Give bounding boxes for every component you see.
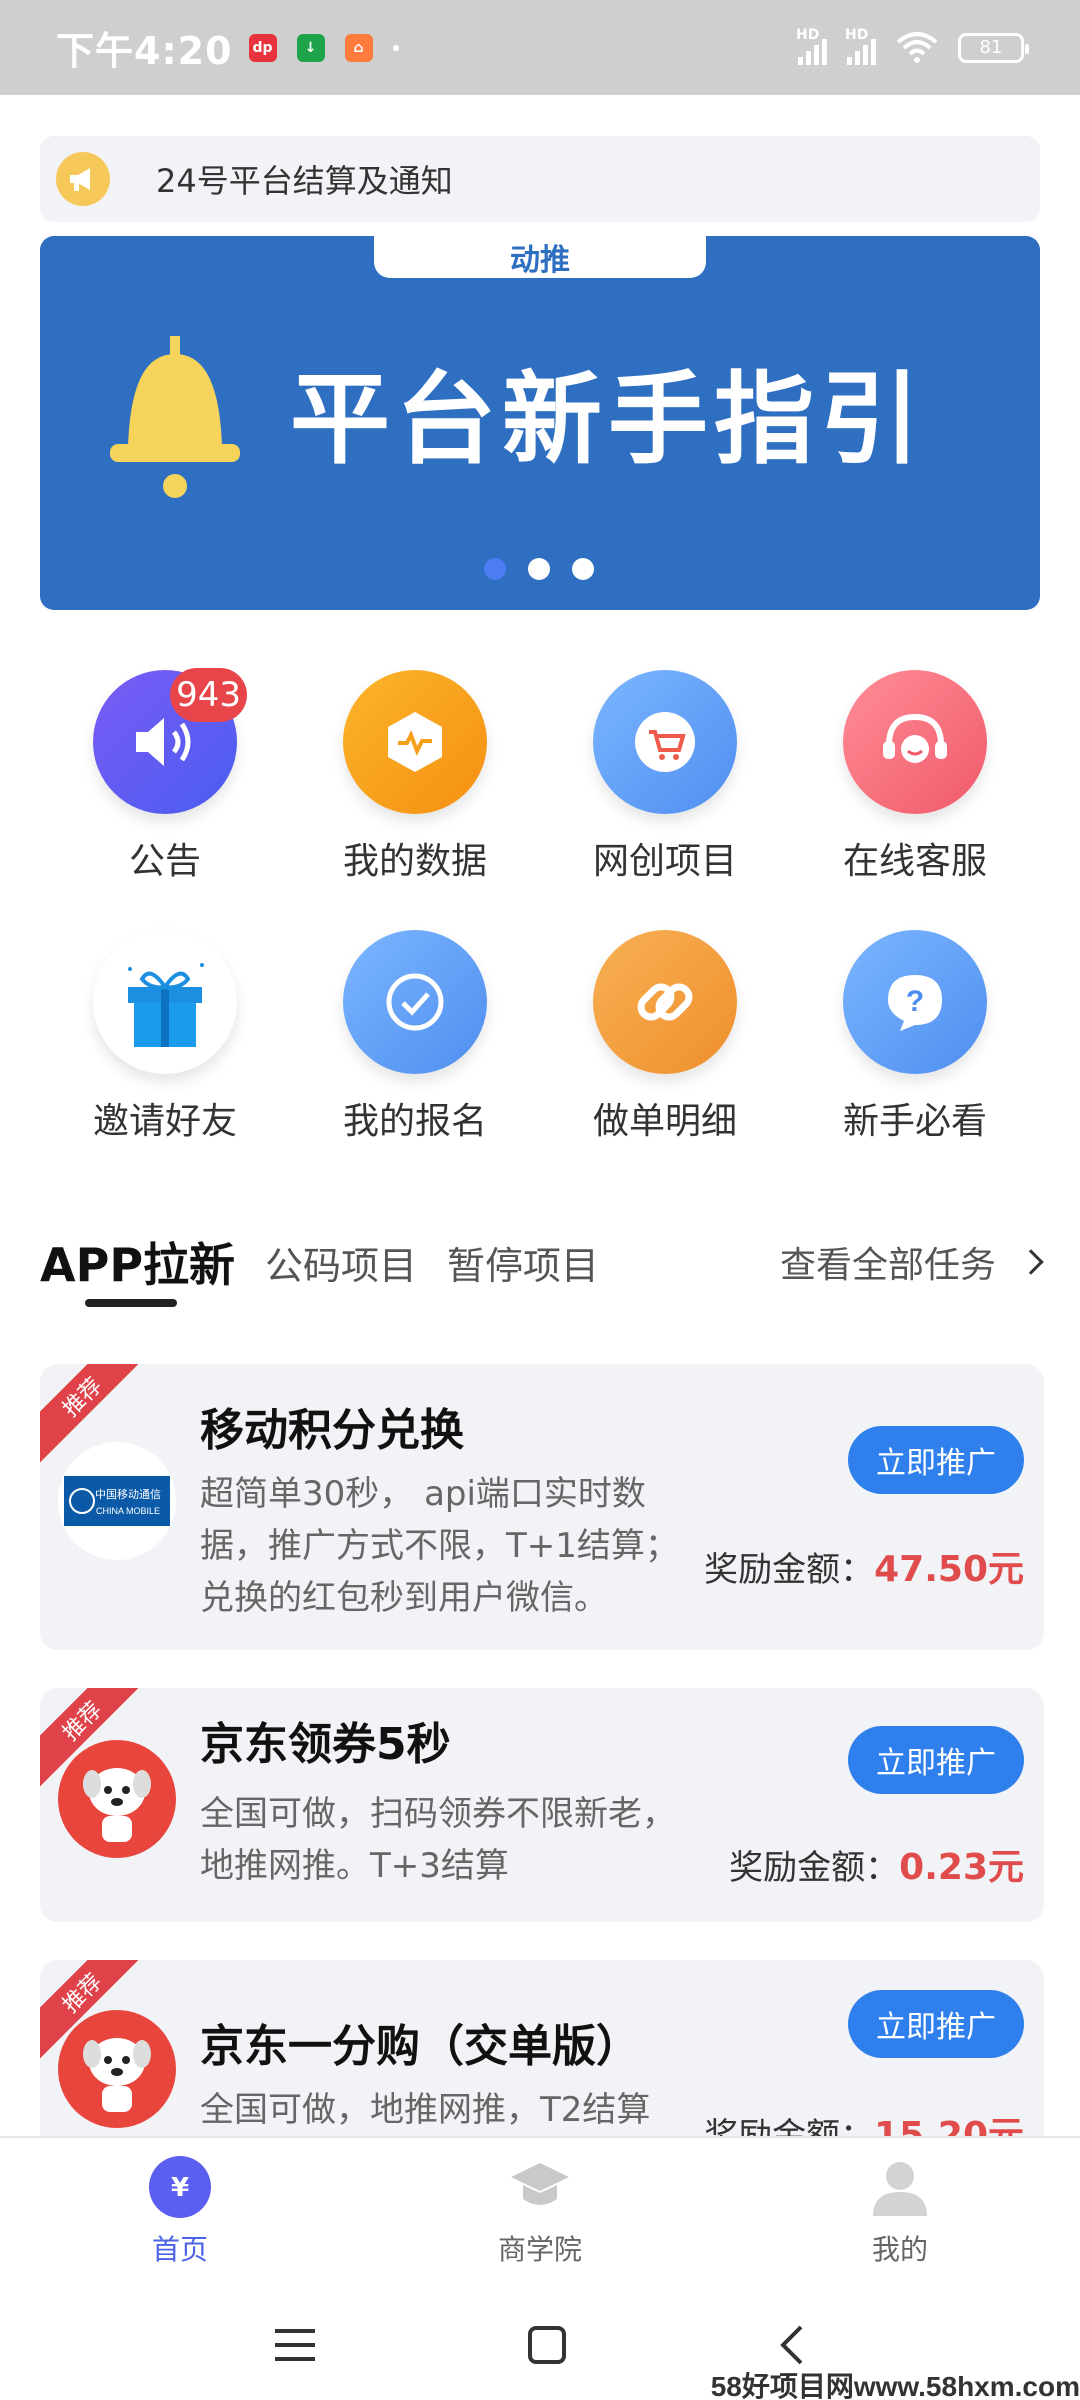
grid-item-beginner-guide[interactable]: ? 新手必看 <box>790 930 1040 1144</box>
banner-title: 平台新手指引 <box>290 361 926 478</box>
task-title: 京东一分购（交单版） <box>200 2021 640 2072</box>
grid-label: 网创项目 <box>592 841 737 882</box>
grid-item-order-details[interactable]: 做单明细 <box>540 930 790 1144</box>
bottom-navigation: ¥ 首页 商学院 我的 <box>0 2136 1080 2286</box>
banner-carousel[interactable]: 动推 平台新手指引 <box>40 236 1040 610</box>
task-tabs: APP拉新 公码项目 暂停项目 查看全部任务 <box>40 1222 1044 1307</box>
grid-item-my-signups[interactable]: 我的报名 <box>290 930 540 1144</box>
check-icon <box>343 930 487 1074</box>
notice-text: 24号平台结算及通知 <box>156 162 453 200</box>
more-notifications-dot <box>392 44 399 51</box>
app-notification-icon: dp <box>248 33 277 62</box>
grid-label: 我的数据 <box>342 841 487 882</box>
nav-label: 我的 <box>871 2233 928 2266</box>
tab-paused[interactable]: 暂停项目 <box>447 1235 599 1290</box>
nav-profile[interactable]: 我的 <box>800 2138 1000 2286</box>
menu-icon[interactable] <box>273 2325 317 2365</box>
grid-label: 在线客服 <box>842 841 987 882</box>
task-card[interactable]: 推荐 京东一分购（交单版） 全国可做，地推网推，T2结算 立即推广 奖励金额：1… <box>40 1960 1044 2136</box>
grid-item-customer-service[interactable]: 在线客服 <box>790 670 1040 884</box>
tab-public-code[interactable]: 公码项目 <box>265 1235 417 1290</box>
grid-item-my-data[interactable]: 我的数据 <box>290 670 540 884</box>
reward: 奖励金额：15.20元 <box>704 2106 1024 2136</box>
battery-icon: 81 <box>958 32 1029 63</box>
nav-label: 首页 <box>151 2233 208 2266</box>
money-bag-icon: ¥ <box>149 2156 211 2218</box>
shop-notification-icon: ⌂ <box>344 33 373 62</box>
banner-dot[interactable] <box>528 558 550 580</box>
battery-level: 81 <box>979 37 1003 58</box>
unread-badge: 943 <box>170 668 247 722</box>
download-notification-icon: ↓ <box>296 33 325 62</box>
reward-amount: 15.20元 <box>874 2115 1024 2136</box>
status-bar: 下午4:20 dp ↓ ⌂ HD HD 81 <box>0 0 1080 95</box>
svg-text:?: ? <box>906 985 924 1018</box>
back-icon[interactable] <box>777 2323 807 2367</box>
grid-item-projects[interactable]: 网创项目 <box>540 670 790 884</box>
svg-text:中国移动通信: 中国移动通信 <box>95 1488 161 1501</box>
nav-academy[interactable]: 商学院 <box>440 2138 640 2286</box>
chevron-right-icon <box>1018 1249 1044 1275</box>
promote-button[interactable]: 立即推广 <box>848 1990 1024 2058</box>
function-grid: 943 公告 我的数据 网创项目 在线客服 邀请好友 我的报名 做单明细 ? 新… <box>40 668 1040 1144</box>
grid-label: 做单明细 <box>592 1101 737 1142</box>
task-description: 超简单30秒， api端口实时数据，推广方式不限，T+1结算；兑换的红包秒到用户… <box>200 1474 679 1618</box>
tab-app-install[interactable]: APP拉新 <box>40 1229 235 1307</box>
nav-label: 商学院 <box>497 2233 582 2266</box>
banner-dot[interactable] <box>572 558 594 580</box>
banner-dot[interactable] <box>484 558 506 580</box>
svg-text:¥: ¥ <box>171 2173 189 2203</box>
graduation-cap-icon <box>509 2156 571 2218</box>
svg-text:CHINA MOBILE: CHINA MOBILE <box>96 1506 160 1516</box>
status-indicators: HD HD 81 <box>796 27 1029 65</box>
data-icon <box>343 670 487 814</box>
wifi-icon <box>896 31 938 63</box>
link-icon <box>593 930 737 1074</box>
reward: 奖励金额：0.23元 <box>729 1838 1024 1890</box>
grid-item-invite-friends[interactable]: 邀请好友 <box>40 930 290 1144</box>
task-description: 全国可做，扫码领券不限新老，地推网推。T+3结算 <box>200 1794 676 1886</box>
task-card[interactable]: 推荐 京东领券5秒 全国可做，扫码领券不限新老，地推网推。T+3结算 立即推广 … <box>40 1688 1044 1922</box>
notice-bar[interactable]: 24号平台结算及通知 <box>40 136 1040 222</box>
reward-amount: 47.50元 <box>874 1549 1024 1590</box>
grid-label: 邀请好友 <box>92 1101 237 1142</box>
home-square-icon[interactable] <box>527 2325 567 2365</box>
view-all-label: 查看全部任务 <box>779 1245 996 1286</box>
china-mobile-logo: 中国移动通信 CHINA MOBILE <box>58 1442 176 1560</box>
view-all-tasks-link[interactable]: 查看全部任务 <box>779 1236 1044 1288</box>
status-app-icons: dp ↓ ⌂ <box>248 33 373 62</box>
cart-icon <box>593 670 737 814</box>
task-title: 京东领券5秒 <box>200 1719 451 1770</box>
promote-button[interactable]: 立即推广 <box>848 1726 1024 1794</box>
headset-icon <box>843 670 987 814</box>
megaphone-icon <box>56 152 110 206</box>
grid-label: 新手必看 <box>842 1101 987 1142</box>
reward-amount: 0.23元 <box>899 1847 1024 1888</box>
question-icon: ? <box>843 930 987 1074</box>
grid-item-announcement[interactable]: 943 公告 <box>40 668 290 884</box>
reward-label: 奖励金额： <box>729 1848 900 1888</box>
promote-button[interactable]: 立即推广 <box>848 1426 1024 1494</box>
reward-label: 奖励金额： <box>704 2116 875 2136</box>
bell-icon <box>110 336 240 498</box>
reward: 奖励金额：47.50元 <box>704 1540 1024 1592</box>
banner-indicator <box>484 558 594 580</box>
banner-tab: 动推 <box>374 236 706 278</box>
signal-icon: HD <box>796 27 827 65</box>
reward-label: 奖励金额： <box>704 1550 875 1590</box>
task-card[interactable]: 推荐 中国移动通信 CHINA MOBILE 移动积分兑换 超简单30秒， ap… <box>40 1364 1044 1650</box>
gift-icon <box>93 930 237 1074</box>
status-time: 下午4:20 <box>56 29 233 73</box>
watermark: 58好项目网www.58hxm.com <box>710 2371 1080 2400</box>
jd-dog-logo <box>58 1740 176 1858</box>
nav-home[interactable]: ¥ 首页 <box>80 2138 280 2286</box>
task-description: 全国可做，地推网推，T2结算 <box>200 2090 651 2130</box>
signal-icon: HD <box>845 27 876 65</box>
task-title: 移动积分兑换 <box>200 1405 464 1456</box>
user-icon <box>869 2156 931 2218</box>
jd-dog-logo <box>58 2010 176 2128</box>
grid-label: 公告 <box>128 841 201 882</box>
grid-label: 我的报名 <box>342 1101 487 1142</box>
speaker-icon: 943 <box>93 668 247 814</box>
